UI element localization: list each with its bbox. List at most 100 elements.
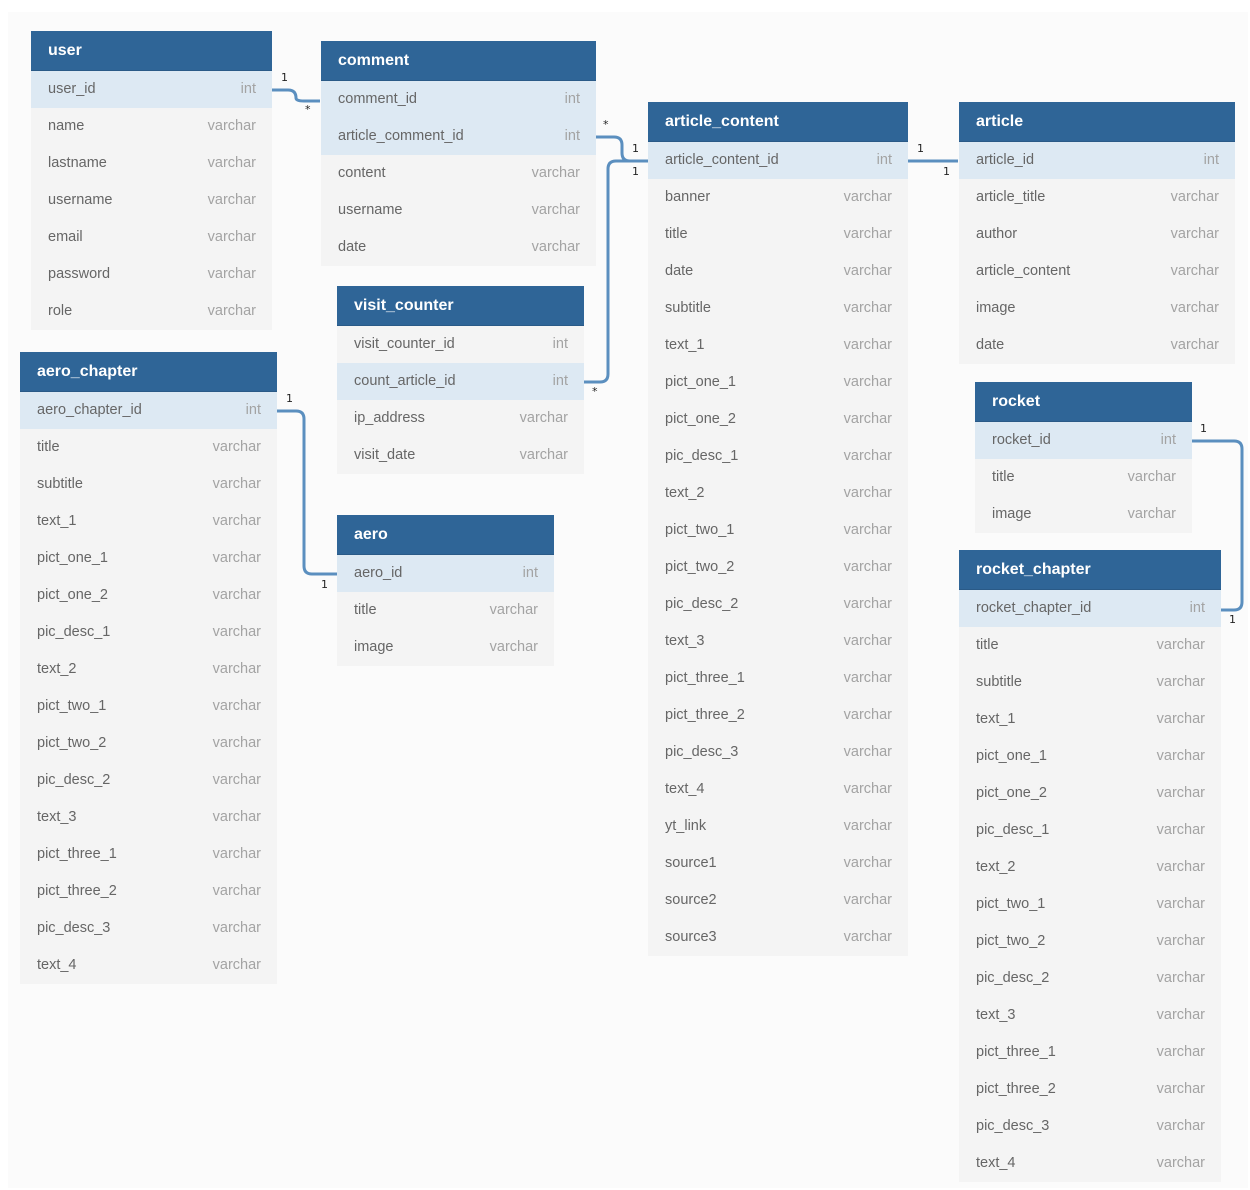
field-row[interactable]: image varchar [975,496,1192,533]
field-row[interactable]: pict_two_2 varchar [20,725,277,762]
table-article-content[interactable]: article_content article_content_id int bann… [648,102,908,956]
field-row[interactable]: subtitle varchar [648,290,908,327]
field-row[interactable]: count_article_id int [337,363,584,400]
field-row[interactable]: pict_three_2 varchar [648,697,908,734]
field-row[interactable]: article_content_id int [648,142,908,179]
field-row[interactable]: date varchar [959,327,1235,364]
field-row[interactable]: text_4 varchar [648,771,908,808]
field-row[interactable]: name varchar [31,108,272,145]
field-row[interactable]: content varchar [321,155,596,192]
table-header[interactable]: comment [321,41,596,81]
field-row[interactable]: password varchar [31,256,272,293]
field-row[interactable]: pict_one_2 varchar [959,775,1221,812]
field-row[interactable]: pic_desc_2 varchar [20,762,277,799]
table-aero[interactable]: aero aero_id int title varchar image varchar [337,515,554,666]
field-row[interactable]: yt_link varchar [648,808,908,845]
field-row[interactable]: title varchar [959,627,1221,664]
field-row[interactable]: date varchar [321,229,596,266]
table-header[interactable]: aero_chapter [20,352,277,392]
table-header[interactable]: visit_counter [337,286,584,326]
field-row[interactable]: pict_one_2 varchar [20,577,277,614]
field-row[interactable]: subtitle varchar [959,664,1221,701]
field-row[interactable]: role varchar [31,293,272,330]
field-row[interactable]: pict_one_1 varchar [648,364,908,401]
field-row[interactable]: lastname varchar [31,145,272,182]
field-row[interactable]: text_3 varchar [20,799,277,836]
field-row[interactable]: title varchar [648,216,908,253]
table-aero-chapter[interactable]: aero_chapter aero_chapter_id int title varch… [20,352,277,984]
field-row[interactable]: banner varchar [648,179,908,216]
field-row[interactable]: pict_one_1 varchar [20,540,277,577]
field-row[interactable]: pict_two_1 varchar [959,886,1221,923]
field-row[interactable]: pict_three_2 varchar [959,1071,1221,1108]
field-row[interactable]: visit_date varchar [337,437,584,474]
field-row[interactable]: pic_desc_1 varchar [959,812,1221,849]
table-visit-counter[interactable]: visit_counter visit_counter_id int count_ar… [337,286,584,474]
field-row[interactable]: pic_desc_2 varchar [648,586,908,623]
field-row[interactable]: pict_three_1 varchar [959,1034,1221,1071]
field-row[interactable]: title varchar [20,429,277,466]
field-row[interactable]: pic_desc_2 varchar [959,960,1221,997]
field-row[interactable]: text_4 varchar [959,1145,1221,1182]
field-row[interactable]: pic_desc_3 varchar [20,910,277,947]
field-row[interactable]: pict_one_1 varchar [959,738,1221,775]
table-rocket[interactable]: rocket rocket_id int title varchar image varch… [975,382,1192,533]
field-row[interactable]: text_2 varchar [20,651,277,688]
field-row[interactable]: title varchar [975,459,1192,496]
field-row[interactable]: article_comment_id int [321,118,596,155]
field-row[interactable]: source2 varchar [648,882,908,919]
field-row[interactable]: comment_id int [321,81,596,118]
field-row[interactable]: pict_three_1 varchar [20,836,277,873]
field-row[interactable]: pict_two_1 varchar [648,512,908,549]
field-row[interactable]: subtitle varchar [20,466,277,503]
table-header[interactable]: user [31,31,272,71]
table-header[interactable]: rocket [975,382,1192,422]
field-row[interactable]: date varchar [648,253,908,290]
table-article[interactable]: article article_id int article_title varchar… [959,102,1235,364]
field-row[interactable]: pict_two_2 varchar [648,549,908,586]
field-row[interactable]: article_id int [959,142,1235,179]
field-row[interactable]: visit_counter_id int [337,326,584,363]
table-user[interactable]: user user_id int name varchar lastname varchar… [31,31,272,330]
field-row[interactable]: username varchar [321,192,596,229]
field-row[interactable]: article_title varchar [959,179,1235,216]
field-row[interactable]: pic_desc_3 varchar [959,1108,1221,1145]
field-row[interactable]: article_content varchar [959,253,1235,290]
field-row[interactable]: text_3 varchar [959,997,1221,1034]
field-row[interactable]: source1 varchar [648,845,908,882]
field-row[interactable]: image varchar [337,629,554,666]
field-row[interactable]: pict_three_2 varchar [20,873,277,910]
field-row[interactable]: image varchar [959,290,1235,327]
field-row[interactable]: rocket_id int [975,422,1192,459]
table-rocket-chapter[interactable]: rocket_chapter rocket_chapter_id int title v… [959,550,1221,1182]
field-row[interactable]: text_1 varchar [20,503,277,540]
table-comment[interactable]: comment comment_id int article_comment_id in… [321,41,596,266]
field-row[interactable]: text_2 varchar [959,849,1221,886]
field-row[interactable]: source3 varchar [648,919,908,956]
field-row[interactable]: email varchar [31,219,272,256]
field-row[interactable]: text_4 varchar [20,947,277,984]
field-row[interactable]: pic_desc_1 varchar [20,614,277,651]
field-row[interactable]: pict_two_2 varchar [959,923,1221,960]
field-row[interactable]: aero_chapter_id int [20,392,277,429]
field-row[interactable]: title varchar [337,592,554,629]
table-header[interactable]: aero [337,515,554,555]
field-row[interactable]: text_2 varchar [648,475,908,512]
field-row[interactable]: aero_id int [337,555,554,592]
field-row[interactable]: pict_one_2 varchar [648,401,908,438]
field-row[interactable]: username varchar [31,182,272,219]
field-row[interactable]: ip_address varchar [337,400,584,437]
field-row[interactable]: pic_desc_3 varchar [648,734,908,771]
field-row[interactable]: text_3 varchar [648,623,908,660]
field-row[interactable]: pic_desc_1 varchar [648,438,908,475]
field-row[interactable]: author varchar [959,216,1235,253]
field-row[interactable]: pict_three_1 varchar [648,660,908,697]
field-row[interactable]: text_1 varchar [959,701,1221,738]
table-header[interactable]: article_content [648,102,908,142]
table-header[interactable]: article [959,102,1235,142]
field-row[interactable]: user_id int [31,71,272,108]
field-row[interactable]: rocket_chapter_id int [959,590,1221,627]
table-header[interactable]: rocket_chapter [959,550,1221,590]
field-row[interactable]: pict_two_1 varchar [20,688,277,725]
field-row[interactable]: text_1 varchar [648,327,908,364]
